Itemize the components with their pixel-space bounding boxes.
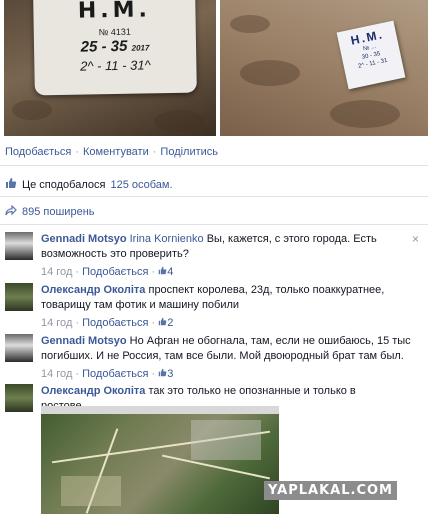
- avatar[interactable]: [5, 334, 33, 362]
- soil-clod: [154, 110, 204, 132]
- comment-body: Gennadi Motsyo Irina Kornienko Вы, кажет…: [41, 232, 411, 280]
- thumbs-up-icon: [158, 266, 167, 278]
- thumbs-up-icon: [158, 368, 167, 380]
- comment-like-count[interactable]: 4: [167, 266, 173, 278]
- comment-author[interactable]: Gennadi Motsyo: [41, 335, 127, 347]
- comment-like-count[interactable]: 3: [167, 368, 173, 380]
- comment-body: Gennadi Motsyo Но Афган не обогнала, там…: [41, 334, 411, 382]
- comment-meta: 14 год · Подобається · 3: [41, 368, 174, 380]
- comment-meta: 14 год · Подобається · 4: [41, 266, 174, 278]
- comment-time[interactable]: 14 год: [41, 317, 72, 329]
- comment-meta: 14 год · Подобається · 2: [41, 317, 174, 329]
- separator: ·: [75, 146, 79, 158]
- comment: Gennadi Motsyo Irina Kornienko Вы, кажет…: [5, 232, 423, 278]
- sign-code: 25 - 35 2017: [34, 37, 196, 57]
- comment: Gennadi Motsyo Но Афган не обогнала, там…: [5, 334, 423, 380]
- separator: ·: [152, 146, 157, 158]
- comment-tag[interactable]: Irina Kornienko: [130, 233, 204, 245]
- soil-clod: [330, 100, 400, 128]
- share-link[interactable]: Поділитись: [160, 146, 218, 158]
- post-photos: Н.М. № 4131 25 - 35 2017 2^ - 11 - 31^ Н…: [4, 0, 428, 136]
- comment-time[interactable]: 14 год: [41, 368, 72, 380]
- comment-author[interactable]: Олександр Околіта: [41, 284, 145, 296]
- map-field: [191, 420, 261, 460]
- photo-grave-sign-right[interactable]: Н.М. № ... 30 - 35 2^ - 11 - 31: [220, 0, 428, 136]
- avatar[interactable]: [5, 283, 33, 311]
- soil-clod: [12, 100, 52, 120]
- comment-author[interactable]: Gennadi Motsyo: [41, 233, 127, 245]
- watermark: YAPLAKAL.COM: [264, 481, 397, 500]
- soil-clod: [230, 15, 270, 33]
- comment-link[interactable]: Коментувати: [83, 146, 149, 158]
- like-link[interactable]: Подобається: [5, 146, 71, 158]
- thumbs-up-icon: [158, 317, 167, 329]
- comment-like-count[interactable]: 2: [167, 317, 173, 329]
- divider: [0, 165, 428, 166]
- comment-time[interactable]: 14 год: [41, 266, 72, 278]
- grave-sign: Н.М. № ... 30 - 35 2^ - 11 - 31: [336, 20, 406, 90]
- comment-author[interactable]: Олександр Околіта: [41, 385, 145, 397]
- sign-code-main: 25 - 35: [80, 37, 128, 56]
- likes-count[interactable]: 125 особам.: [110, 179, 172, 191]
- likes-summary: Це сподобалося 125 особам.: [5, 177, 173, 192]
- satellite-map-image[interactable]: [41, 406, 279, 514]
- shares-count[interactable]: 895 поширень: [22, 206, 95, 218]
- shares-summary[interactable]: 895 поширень: [5, 204, 95, 219]
- grave-sign: Н.М. № 4131 25 - 35 2017 2^ - 11 - 31^: [33, 0, 197, 96]
- map-field: [61, 476, 121, 506]
- comment-like-link[interactable]: Подобається: [82, 317, 148, 329]
- post-actions: Подобається · Коментувати · Поділитись: [5, 146, 218, 158]
- comment-like-link[interactable]: Подобається: [82, 368, 148, 380]
- comment-like-link[interactable]: Подобається: [82, 266, 148, 278]
- photo-grave-sign-left[interactable]: Н.М. № 4131 25 - 35 2017 2^ - 11 - 31^: [4, 0, 216, 136]
- thumbs-up-icon: [5, 177, 17, 192]
- share-arrow-icon: [5, 204, 17, 219]
- comment: Олександр Околіта проспект королева, 23д…: [5, 283, 423, 329]
- sign-code-suffix: 2017: [131, 43, 150, 53]
- avatar[interactable]: [5, 232, 33, 260]
- divider: [0, 196, 428, 197]
- close-icon[interactable]: ×: [412, 232, 419, 246]
- likes-text: Це сподобалося: [22, 178, 106, 191]
- sign-title: Н.М.: [77, 0, 152, 24]
- map-toolbar: [41, 406, 279, 414]
- soil-clod: [240, 60, 300, 86]
- divider: [0, 224, 428, 225]
- comment-body: Олександр Околіта проспект королева, 23д…: [41, 283, 411, 331]
- sign-date: 2^ - 11 - 31^: [79, 57, 151, 74]
- avatar[interactable]: [5, 384, 33, 412]
